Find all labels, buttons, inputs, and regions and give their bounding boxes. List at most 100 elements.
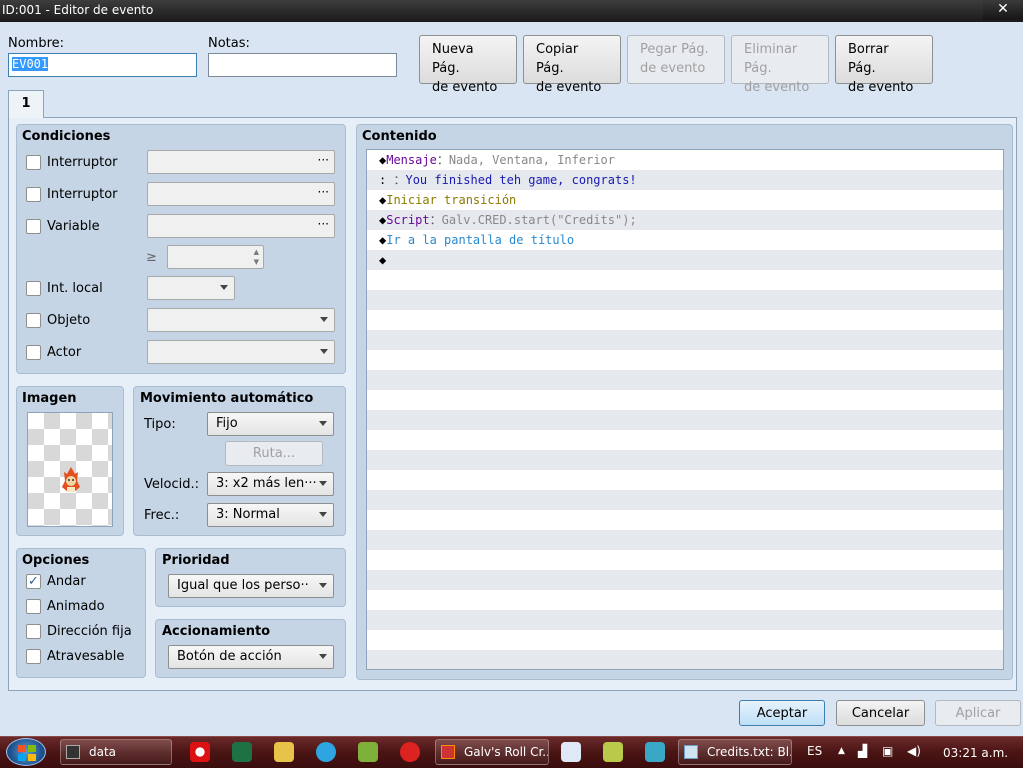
start-button[interactable] [6, 738, 46, 766]
movement-type-select[interactable]: Fijo [207, 412, 334, 436]
command-row[interactable]: ◆Iniciar transición [367, 190, 1003, 210]
apply-button[interactable]: Aplicar [935, 700, 1021, 726]
empty-row[interactable] [367, 270, 1003, 290]
walk-checkbox[interactable]: ✓ [26, 574, 41, 589]
name-input[interactable]: EV001 [8, 53, 197, 77]
dirfix-checkbox[interactable] [26, 624, 41, 639]
tab-page-1[interactable]: 1 [8, 90, 44, 118]
variable-value-spinner[interactable]: ▲ ▼ [167, 245, 264, 269]
empty-row[interactable] [367, 310, 1003, 330]
empty-row[interactable] [367, 530, 1003, 550]
frequency-select[interactable]: 3: Normal [207, 503, 334, 527]
speed-label: Velocid.: [144, 477, 199, 492]
empty-row[interactable] [367, 410, 1003, 430]
empty-row[interactable] [367, 390, 1003, 410]
switch1-checkbox[interactable] [26, 155, 41, 170]
clock[interactable]: 03:21 a.m. [943, 746, 1008, 760]
empty-row[interactable] [367, 590, 1003, 610]
contents-title: Contenido [362, 129, 437, 144]
app-icon[interactable] [358, 742, 378, 762]
through-checkbox[interactable] [26, 649, 41, 664]
chevron-down-icon [319, 421, 327, 426]
users-icon[interactable] [603, 742, 623, 762]
switch1-selector[interactable]: ··· [147, 150, 335, 174]
empty-row[interactable] [367, 330, 1003, 350]
ellipsis-icon: ··· [317, 153, 329, 167]
clear-page-button[interactable]: Borrar Pág. de evento [835, 35, 933, 95]
new-page-button[interactable]: Nueva Pág. de evento [419, 35, 517, 95]
switch2-checkbox[interactable] [26, 187, 41, 202]
item-select[interactable] [147, 308, 335, 332]
dirfix-label: Dirección fija [47, 624, 132, 639]
variable-checkbox[interactable] [26, 219, 41, 234]
ok-button[interactable]: Aceptar [739, 700, 825, 726]
route-button[interactable]: Ruta... [225, 441, 323, 466]
app2-icon[interactable] [645, 742, 665, 762]
command-name: Script [386, 213, 430, 227]
actor-select[interactable] [147, 340, 335, 364]
telegram-icon[interactable] [316, 742, 336, 762]
paste-page-button[interactable]: Pegar Pág. de evento [627, 35, 725, 84]
notes-input[interactable] [208, 53, 397, 77]
priority-select[interactable]: Igual que los perso··· [168, 574, 334, 598]
command-row[interactable]: : ：You finished teh game, congrats! [367, 170, 1003, 190]
event-graphic-preview[interactable] [27, 412, 113, 527]
variable-label: Variable [47, 219, 100, 234]
empty-row[interactable] [367, 570, 1003, 590]
opera-icon[interactable] [190, 742, 210, 762]
item-checkbox[interactable] [26, 313, 41, 328]
actor-checkbox[interactable] [26, 345, 41, 360]
excel-icon[interactable] [232, 742, 252, 762]
folder-icon [66, 745, 80, 759]
language-indicator[interactable]: ES [807, 744, 822, 758]
notes-label: Notas: [208, 36, 250, 51]
command-row[interactable]: ◆Mensaje：Nada, Ventana, Inferior [367, 150, 1003, 170]
speed-select[interactable]: 3: x2 más len··· [207, 472, 334, 496]
empty-row[interactable] [367, 470, 1003, 490]
empty-row[interactable] [367, 450, 1003, 470]
variable-selector[interactable]: ··· [147, 214, 335, 238]
spinner-down-icon[interactable]: ▼ [254, 258, 259, 266]
empty-row[interactable] [367, 650, 1003, 669]
command-args: Nada, Ventana, Inferior [448, 153, 615, 167]
notepad-icon [684, 745, 698, 759]
selfswitch-select[interactable] [147, 276, 235, 300]
switch2-selector[interactable]: ··· [147, 182, 335, 206]
empty-row[interactable] [367, 350, 1003, 370]
empty-row[interactable] [367, 370, 1003, 390]
movement-type-label: Tipo: [144, 417, 176, 432]
command-row[interactable]: ◆ [367, 250, 1003, 270]
empty-row[interactable] [367, 290, 1003, 310]
tray-expand-icon[interactable]: ▲ [838, 746, 845, 756]
network-icon[interactable]: ▟ [858, 744, 867, 758]
spinner-up-icon[interactable]: ▲ [254, 248, 259, 256]
empty-row[interactable] [367, 610, 1003, 630]
empty-row[interactable] [367, 630, 1003, 650]
command-list[interactable]: ◆Mensaje：Nada, Ventana, Inferior : ：You … [366, 149, 1004, 670]
command-name: Ir a la pantalla de título [386, 233, 575, 247]
window-icon[interactable] [561, 742, 581, 762]
close-button[interactable]: ✕ [983, 0, 1023, 20]
volume-icon[interactable]: ◀) [907, 744, 921, 758]
delete-page-button[interactable]: Eliminar Pág. de evento [731, 35, 829, 95]
cancel-button[interactable]: Cancelar [836, 700, 925, 726]
empty-row[interactable] [367, 430, 1003, 450]
copy-page-button[interactable]: Copiar Pág. de evento [523, 35, 621, 95]
command-row[interactable]: ◆Ir a la pantalla de título [367, 230, 1003, 250]
step-label: Animado [47, 599, 105, 614]
movement-title: Movimiento automático [140, 391, 314, 406]
character-sprite-icon [62, 467, 80, 492]
power-icon[interactable]: ▣ [882, 744, 893, 758]
files-icon[interactable] [274, 742, 294, 762]
empty-row[interactable] [367, 550, 1003, 570]
name-label: Nombre: [8, 36, 65, 51]
empty-row[interactable] [367, 510, 1003, 530]
step-checkbox[interactable] [26, 599, 41, 614]
selfswitch-checkbox[interactable] [26, 281, 41, 296]
switch1-label: Interruptor [47, 155, 118, 170]
ge-symbol: ≥ [146, 250, 157, 265]
empty-row[interactable] [367, 490, 1003, 510]
trigger-select[interactable]: Botón de acción [168, 645, 334, 669]
command-row[interactable]: ◆Script：Galv.CRED.start("Credits"); [367, 210, 1003, 230]
mail-icon[interactable] [400, 742, 420, 762]
